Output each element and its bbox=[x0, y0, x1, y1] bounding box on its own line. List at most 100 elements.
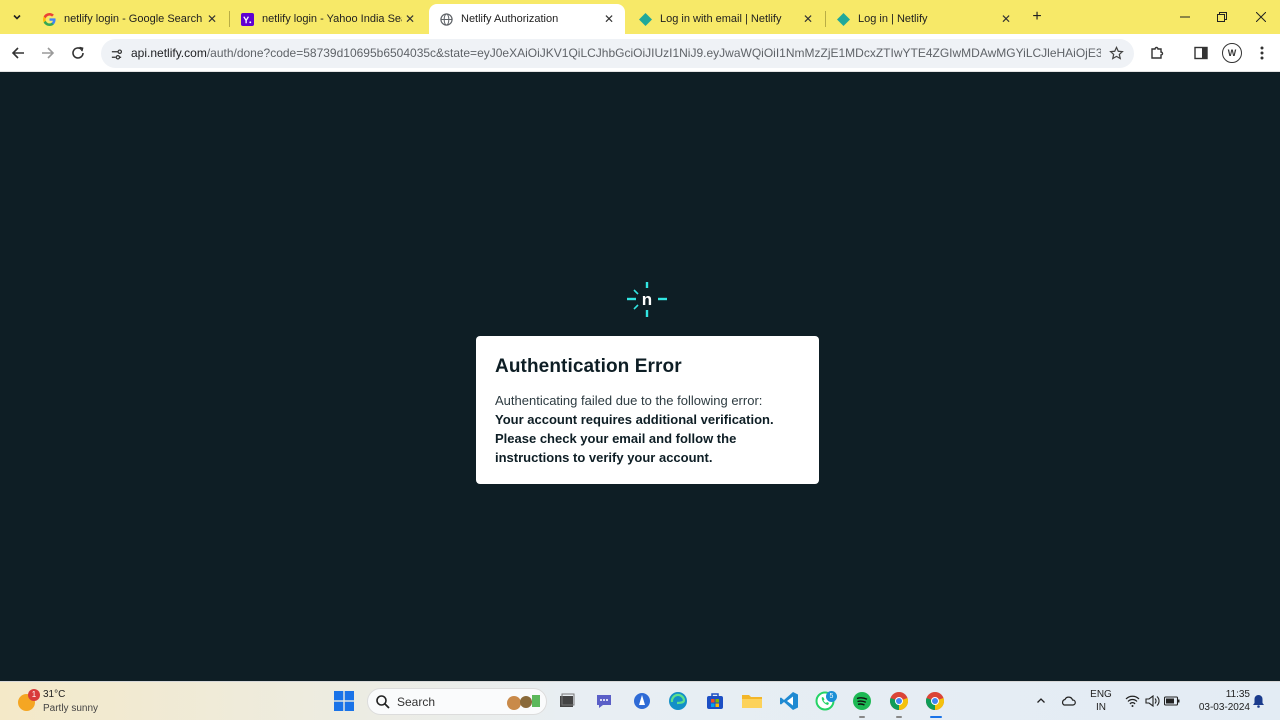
onedrive-button[interactable] bbox=[1058, 689, 1078, 713]
close-icon[interactable]: ✕ bbox=[204, 11, 220, 27]
tab-title: Log in with email | Netlify bbox=[660, 13, 782, 25]
task-view-button[interactable] bbox=[555, 689, 579, 713]
file-explorer-button[interactable] bbox=[740, 689, 764, 713]
profile-avatar[interactable]: W bbox=[1222, 43, 1242, 63]
error-intro: Authenticating failed due to the followi… bbox=[495, 393, 763, 408]
bell-icon bbox=[1252, 695, 1264, 708]
vscode-icon bbox=[780, 692, 798, 710]
spotify-button[interactable] bbox=[850, 689, 874, 713]
close-icon bbox=[1256, 12, 1266, 22]
wifi-icon bbox=[1125, 695, 1139, 707]
restore-icon bbox=[1217, 12, 1227, 22]
yahoo-icon bbox=[240, 12, 254, 26]
chrome-icon bbox=[925, 692, 945, 710]
taskbar-search[interactable]: Search bbox=[367, 688, 547, 715]
chrome-active-button[interactable] bbox=[923, 689, 947, 713]
region-code: IN bbox=[1096, 702, 1106, 713]
edge-browser-button[interactable] bbox=[666, 689, 690, 713]
tab-netlify-authorization[interactable]: Netlify Authorization ✕ bbox=[429, 4, 625, 34]
browser-toolbar: api.netlify.com/auth/done?code=58739d106… bbox=[0, 34, 1280, 72]
edge-icon bbox=[669, 692, 687, 710]
weather-condition: Partly sunny bbox=[43, 703, 99, 714]
chat-app-button[interactable] bbox=[592, 689, 616, 713]
tab-yahoo-search[interactable]: netlify login - Yahoo India Search ✕ bbox=[230, 4, 426, 34]
error-description: Authenticating failed due to the followi… bbox=[495, 391, 800, 467]
url-path: /auth/done?code=58739d10695b6504035c&sta… bbox=[206, 46, 1101, 60]
volume-button[interactable] bbox=[1142, 689, 1162, 713]
close-icon[interactable]: ✕ bbox=[402, 11, 418, 27]
address-bar[interactable]: api.netlify.com/auth/done?code=58739d106… bbox=[101, 39, 1134, 68]
puzzle-icon bbox=[1151, 46, 1164, 59]
back-button[interactable] bbox=[7, 42, 29, 64]
weather-badge: 1 bbox=[28, 689, 40, 701]
new-tab-button[interactable]: + bbox=[1028, 8, 1046, 26]
tab-netlify-email-login[interactable]: Log in with email | Netlify ✕ bbox=[628, 4, 824, 34]
task-view-icon bbox=[560, 693, 575, 707]
restore-button[interactable] bbox=[1210, 6, 1234, 28]
google-icon bbox=[42, 12, 56, 26]
battery-button[interactable] bbox=[1162, 689, 1182, 713]
copilot-button[interactable] bbox=[630, 689, 654, 713]
tab-google-search[interactable]: netlify login - Google Search ✕ bbox=[32, 4, 228, 34]
cloud-icon bbox=[1061, 696, 1076, 706]
clock-time: 11:35 bbox=[1225, 689, 1250, 700]
vscode-button[interactable] bbox=[777, 689, 801, 713]
show-hidden-icons-button[interactable] bbox=[1031, 689, 1051, 713]
url-text[interactable]: api.netlify.com/auth/done?code=58739d106… bbox=[131, 46, 1101, 60]
close-icon[interactable]: ✕ bbox=[601, 11, 617, 27]
active-indicator bbox=[930, 716, 942, 718]
language-indicator[interactable]: ENG IN bbox=[1090, 688, 1112, 714]
notifications-button[interactable] bbox=[1248, 689, 1268, 713]
logo-letter: n bbox=[642, 290, 652, 309]
tab-search-button[interactable] bbox=[6, 7, 28, 27]
reload-icon bbox=[72, 46, 84, 59]
wifi-button[interactable] bbox=[1122, 689, 1142, 713]
running-indicator bbox=[859, 716, 865, 718]
close-icon[interactable]: ✕ bbox=[800, 11, 816, 27]
browser-menu-button[interactable] bbox=[1252, 43, 1272, 63]
arrow-right-icon bbox=[42, 47, 55, 59]
start-button[interactable] bbox=[332, 689, 356, 713]
whatsapp-button[interactable]: 5 bbox=[813, 689, 837, 713]
store-icon bbox=[707, 693, 723, 709]
minimize-button[interactable] bbox=[1173, 6, 1197, 28]
chrome-profile-button[interactable] bbox=[887, 689, 911, 713]
close-icon[interactable]: ✕ bbox=[998, 11, 1014, 27]
arrow-left-icon bbox=[11, 47, 24, 59]
bookmark-star-icon[interactable] bbox=[1108, 45, 1124, 61]
more-vertical-icon bbox=[1260, 46, 1264, 60]
tab-title: netlify login - Google Search bbox=[64, 13, 203, 25]
chat-icon bbox=[597, 695, 611, 708]
tab-strip: netlify login - Google Search ✕ netlify … bbox=[0, 0, 1280, 34]
chrome-icon bbox=[889, 692, 909, 710]
netlify-icon bbox=[836, 12, 850, 26]
side-panel-icon bbox=[1194, 46, 1208, 60]
chevron-up-icon bbox=[1037, 698, 1045, 703]
whatsapp-badge: 5 bbox=[826, 691, 837, 702]
store-button[interactable] bbox=[703, 689, 727, 713]
extensions-button[interactable] bbox=[1147, 43, 1167, 63]
tab-title: Netlify Authorization bbox=[461, 13, 559, 25]
site-info-icon[interactable] bbox=[108, 46, 124, 62]
tab-netlify-login[interactable]: Log in | Netlify ✕ bbox=[826, 4, 1022, 34]
minimize-icon bbox=[1180, 16, 1190, 18]
reload-button[interactable] bbox=[67, 42, 89, 64]
page-content: n Authentication Error Authenticating fa… bbox=[0, 73, 1280, 681]
language-code: ENG bbox=[1090, 689, 1112, 700]
weather-widget[interactable]: 1 31°C Partly sunny bbox=[14, 686, 124, 716]
forward-button[interactable] bbox=[37, 42, 59, 64]
url-host: api.netlify.com bbox=[131, 46, 207, 60]
running-indicator bbox=[896, 716, 902, 718]
close-window-button[interactable] bbox=[1249, 6, 1273, 28]
system-clock[interactable]: 11:35 03-03-2024 bbox=[1186, 688, 1250, 714]
copilot-icon bbox=[634, 693, 650, 709]
windows-logo-icon bbox=[334, 691, 354, 711]
speaker-icon bbox=[1144, 695, 1159, 707]
search-icon bbox=[376, 695, 390, 709]
side-panel-button[interactable] bbox=[1191, 43, 1211, 63]
netlify-logo-icon: n bbox=[627, 282, 667, 317]
globe-icon bbox=[439, 12, 453, 26]
spotify-icon bbox=[853, 692, 871, 710]
tab-title: Log in | Netlify bbox=[858, 13, 928, 25]
tab-title: netlify login - Yahoo India Search bbox=[262, 13, 402, 25]
